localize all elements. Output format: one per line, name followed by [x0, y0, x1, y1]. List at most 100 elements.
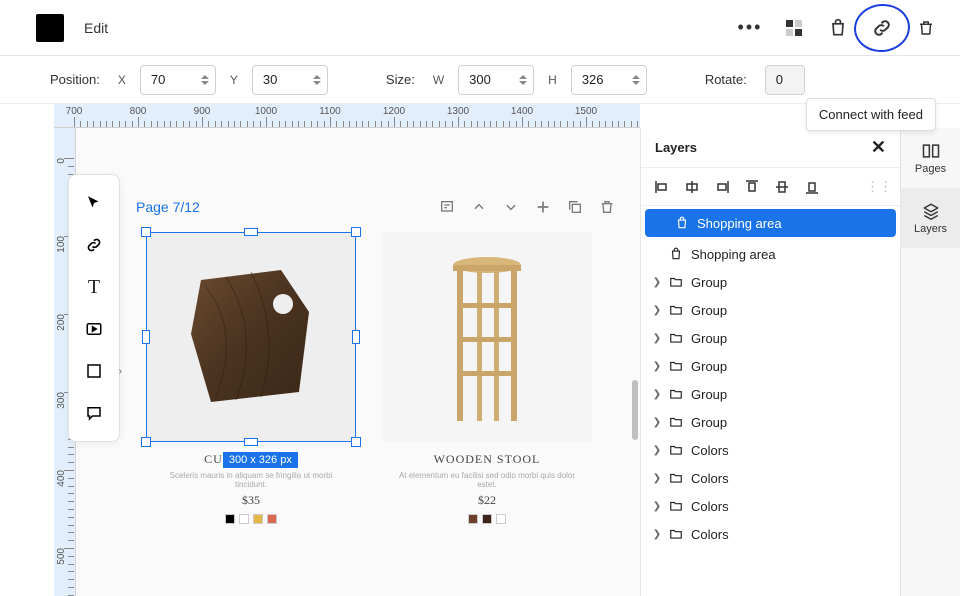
layer-row[interactable]: ❯ Group [641, 380, 900, 408]
folder-icon [669, 443, 685, 457]
layer-row[interactable]: ❯ Group [641, 296, 900, 324]
rotate-input[interactable]: 0 [765, 65, 805, 95]
align-right-icon[interactable] [713, 178, 731, 196]
tab-pages[interactable]: Pages [901, 128, 960, 188]
layer-label: Colors [691, 471, 729, 486]
layer-row[interactable]: ❯ Group [641, 268, 900, 296]
chevron-right-icon[interactable]: ❯ [651, 361, 663, 372]
chevron-right-icon[interactable]: ❯ [651, 389, 663, 400]
delete-icon[interactable] [594, 194, 620, 220]
tool-palette: T › [68, 174, 120, 442]
layer-label: Group [691, 275, 727, 290]
product-title: WOODEN STOOL [434, 452, 541, 467]
h-label: H [548, 73, 557, 87]
layer-label: Shopping area [691, 247, 776, 262]
product-desc: At elementum eu facilisi sed odio morbi … [397, 471, 577, 489]
note-icon[interactable] [434, 194, 460, 220]
connect-feed-icon[interactable] [866, 12, 898, 44]
layers-panel: Layers ✕ ⋮⋮ Shopping area Shopping area ❯ G… [640, 128, 900, 596]
align-top-icon[interactable] [743, 178, 761, 196]
layer-row[interactable]: ❯ Group [641, 324, 900, 352]
scrollbar-thumb[interactable] [632, 380, 638, 440]
folder-icon [669, 331, 685, 345]
select-tool[interactable] [76, 185, 112, 221]
layer-row[interactable]: ❯ Group [641, 352, 900, 380]
layer-label: Group [691, 387, 727, 402]
product-title: CU300 x 326 px [204, 452, 298, 467]
product-swatches [225, 514, 277, 524]
chevron-right-icon[interactable]: ❯ [651, 333, 663, 344]
move-up-icon[interactable] [466, 194, 492, 220]
w-label: W [433, 73, 444, 87]
chevron-right-icon[interactable]: ❯ [651, 305, 663, 316]
color-swatch[interactable] [36, 14, 64, 42]
x-input[interactable]: 70 [140, 65, 216, 95]
align-toolbar: ⋮⋮ [641, 168, 900, 206]
x-label: X [118, 73, 126, 87]
folder-icon [669, 303, 685, 317]
layer-row[interactable]: Shopping area [645, 209, 896, 237]
y-input[interactable]: 30 [252, 65, 328, 95]
close-icon[interactable]: ✕ [871, 137, 886, 158]
link-tool[interactable] [76, 227, 112, 263]
product-card[interactable]: WOODEN STOOL At elementum eu facilisi se… [382, 232, 592, 524]
video-tool[interactable] [76, 311, 112, 347]
product-swatches [468, 514, 506, 524]
layer-label: Colors [691, 443, 729, 458]
align-bottom-icon[interactable] [803, 178, 821, 196]
tab-layers[interactable]: Layers [901, 188, 960, 248]
align-center-h-icon[interactable] [683, 178, 701, 196]
layer-row[interactable]: ❯ Colors [641, 520, 900, 548]
layer-row[interactable]: ❯ Colors [641, 464, 900, 492]
product-image[interactable] [382, 232, 592, 442]
shape-tool[interactable]: › [76, 353, 112, 389]
align-center-v-icon[interactable] [773, 178, 791, 196]
folder-icon [669, 275, 685, 289]
folder-icon [669, 527, 685, 541]
y-label: Y [230, 73, 238, 87]
w-input[interactable]: 300 [458, 65, 534, 95]
layer-row[interactable]: ❯ Colors [641, 436, 900, 464]
canvas[interactable]: T › Page 7/12 [76, 128, 640, 596]
text-tool[interactable]: T [76, 269, 112, 305]
drag-handle-icon[interactable]: ⋮⋮ [870, 178, 888, 196]
rotate-label: Rotate: [705, 72, 747, 87]
layer-label: Group [691, 359, 727, 374]
bag-icon [675, 216, 691, 230]
product-price: $22 [478, 493, 496, 508]
product-image[interactable] [146, 232, 356, 442]
comment-tool[interactable] [76, 395, 112, 431]
position-label: Position: [50, 72, 100, 87]
move-down-icon[interactable] [498, 194, 524, 220]
chevron-right-icon[interactable]: ❯ [651, 473, 663, 484]
duplicate-icon[interactable] [562, 194, 588, 220]
layers-title: Layers [655, 140, 697, 155]
page-title[interactable]: Page 7/12 [136, 199, 200, 215]
layer-label: Group [691, 303, 727, 318]
layer-row[interactable]: Shopping area [641, 240, 900, 268]
h-input[interactable]: 326 [571, 65, 647, 95]
size-label: Size: [386, 72, 415, 87]
trash-icon[interactable] [910, 12, 942, 44]
mask-icon[interactable] [778, 12, 810, 44]
layer-row[interactable]: ❯ Colors [641, 492, 900, 520]
layer-row[interactable]: ❯Group [641, 408, 900, 436]
chevron-right-icon[interactable]: ❯ [651, 529, 663, 540]
chevron-right-icon[interactable]: ❯ [651, 445, 663, 456]
chevron-right-icon[interactable]: ❯ [651, 277, 663, 288]
layer-label: Colors [691, 499, 729, 514]
folder-icon [669, 415, 685, 429]
chevron-right-icon[interactable]: ❯ [651, 501, 663, 512]
layer-label: Group [691, 331, 727, 346]
add-icon[interactable] [530, 194, 556, 220]
product-desc: Sceleris mauris in aliquam se fringilla … [161, 471, 341, 489]
chevron-right-icon[interactable]: ❯ [651, 417, 663, 428]
more-icon[interactable]: ••• [734, 12, 766, 44]
folder-icon [669, 499, 685, 513]
product-price: $35 [242, 493, 260, 508]
product-card-selected[interactable]: CU300 x 326 px Sceleris mauris in aliqua… [146, 232, 356, 524]
folder-icon [669, 471, 685, 485]
shopping-bag-icon[interactable] [822, 12, 854, 44]
layer-label: Colors [691, 527, 729, 542]
align-left-icon[interactable] [653, 178, 671, 196]
